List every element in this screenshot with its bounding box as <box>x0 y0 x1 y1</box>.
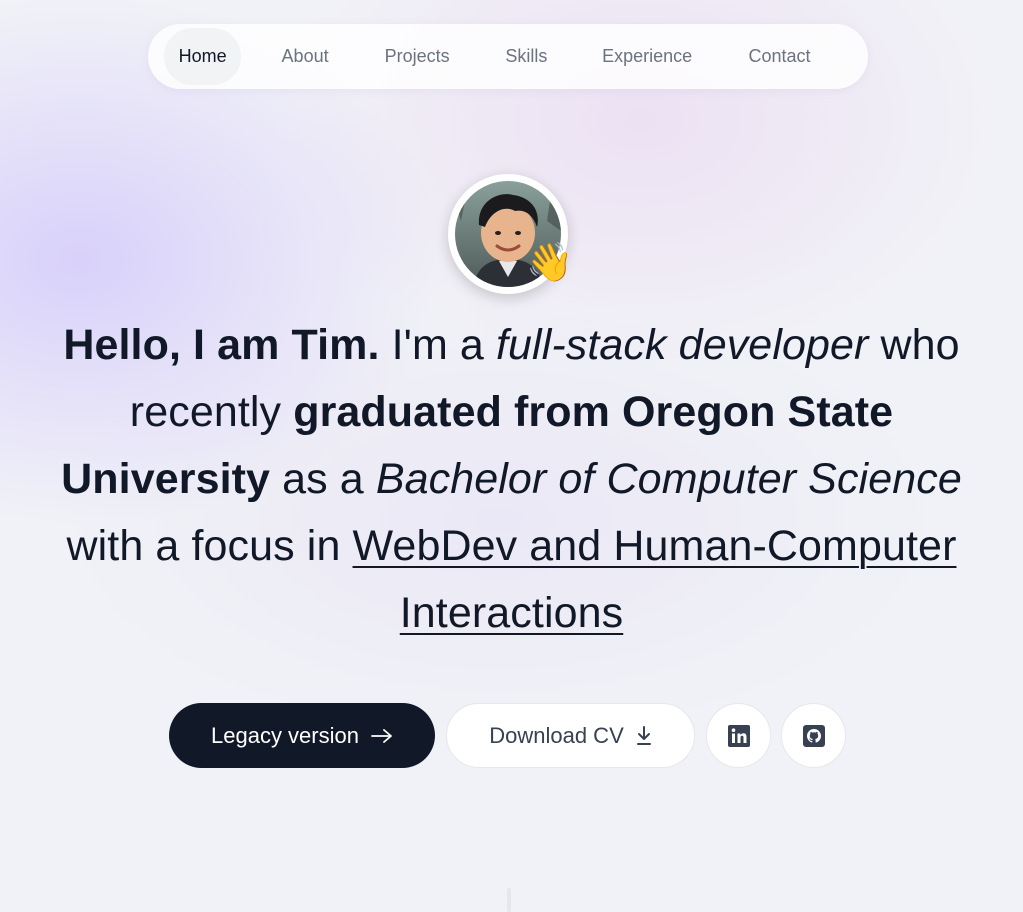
hero-headline: Hello, I am Tim. I'm a full-stack develo… <box>20 312 1003 647</box>
hero-as-a: as a <box>270 455 376 503</box>
linkedin-button[interactable] <box>706 703 771 768</box>
top-nav: Home About Projects Skills Experience Co… <box>148 24 868 89</box>
arrow-right-icon <box>371 728 393 744</box>
hero-actions: Legacy version Download CV <box>169 703 846 768</box>
scroll-indicator <box>507 888 511 912</box>
hero-degree: Bachelor of Computer Science <box>375 455 962 503</box>
download-cv-button[interactable]: Download CV <box>446 703 695 768</box>
waving-hand-icon: 👋 <box>526 242 574 284</box>
github-icon <box>802 724 825 747</box>
nav-projects[interactable]: Projects <box>369 28 466 85</box>
download-icon <box>636 725 652 746</box>
linkedin-icon <box>727 724 750 747</box>
hero-role: full-stack developer <box>495 321 869 369</box>
nav-experience[interactable]: Experience <box>587 28 707 85</box>
hero-focus-link[interactable]: WebDev and Human-Computer Interactions <box>353 522 957 637</box>
nav-home[interactable]: Home <box>164 28 242 85</box>
legacy-version-button[interactable]: Legacy version <box>169 703 435 768</box>
legacy-version-label: Legacy version <box>211 722 359 748</box>
github-button[interactable] <box>781 703 846 768</box>
nav-about[interactable]: About <box>241 28 369 85</box>
nav-contact[interactable]: Contact <box>707 28 852 85</box>
hero-focus-prefix: with a focus in <box>66 522 353 570</box>
avatar: 👋 <box>448 174 573 294</box>
hero-intro-text: I'm a <box>379 321 496 369</box>
nav-skills[interactable]: Skills <box>465 28 587 85</box>
hero-greeting: Hello, I am Tim. <box>63 321 380 369</box>
download-cv-label: Download CV <box>489 722 624 748</box>
